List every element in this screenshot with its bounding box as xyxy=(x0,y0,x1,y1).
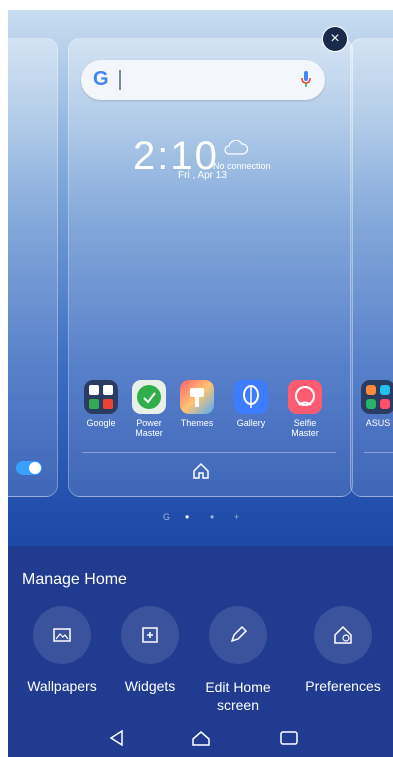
app-label: ASUS xyxy=(365,418,391,428)
cloud-icon xyxy=(224,139,249,155)
mic-icon[interactable] xyxy=(301,70,311,88)
widgets-label: Widgets xyxy=(124,678,176,694)
pager-dot[interactable]: • xyxy=(210,510,214,524)
app-label: Google xyxy=(86,418,116,428)
app-gallery[interactable]: Gallery xyxy=(227,380,275,428)
system-nav-bar xyxy=(8,725,393,757)
power-master-icon xyxy=(132,380,166,414)
widgets-option[interactable]: Widgets xyxy=(106,606,194,694)
wallpapers-label: Wallpapers xyxy=(27,678,97,694)
recents-icon[interactable] xyxy=(278,727,300,749)
themes-icon xyxy=(180,380,214,414)
app-power-master[interactable]: Power Master xyxy=(125,380,173,438)
edit-home-label: Edit Home screen xyxy=(205,679,271,713)
app-asus-folder[interactable]: ASUS xyxy=(358,380,393,428)
widgets-icon xyxy=(121,606,179,664)
wallpapers-icon xyxy=(33,606,91,664)
home-icon[interactable] xyxy=(190,727,212,749)
home-page-right-preview[interactable] xyxy=(350,38,393,497)
pager-add[interactable]: + xyxy=(234,512,239,522)
app-selfie-master[interactable]: Selfie Master xyxy=(281,380,329,438)
app-google-folder[interactable]: Google xyxy=(77,380,125,428)
selfie-master-icon xyxy=(288,380,322,414)
app-label: Gallery xyxy=(236,418,266,428)
google-search-bar[interactable]: G xyxy=(81,60,325,100)
pager-google[interactable]: G xyxy=(163,512,170,522)
preferences-icon xyxy=(314,606,372,664)
wallpapers-option[interactable]: Wallpapers xyxy=(18,606,106,694)
edit-icon xyxy=(209,606,267,664)
right-dock-divider xyxy=(364,452,393,453)
manage-home-title: Manage Home xyxy=(22,571,127,588)
app-label: Power Master xyxy=(135,418,163,438)
app-label: Themes xyxy=(180,418,214,428)
dock-divider xyxy=(82,452,336,453)
toggle-knob xyxy=(29,462,41,474)
edit-home-option[interactable]: Edit Home screen xyxy=(194,606,282,714)
home-page-icon[interactable] xyxy=(191,461,211,481)
page-indicator[interactable]: G • • + xyxy=(158,510,248,524)
home-stage: × G 2:10 No connection Fri , Apr 13 Goog… xyxy=(8,10,393,757)
asus-folder-icon xyxy=(361,380,393,414)
close-icon[interactable]: × xyxy=(322,26,348,52)
preferences-option[interactable]: Preferences xyxy=(292,606,393,694)
search-input[interactable] xyxy=(119,70,121,90)
home-page-left-preview[interactable] xyxy=(8,38,58,497)
gallery-icon xyxy=(234,380,268,414)
clock-date: Fri , Apr 13 xyxy=(178,170,227,181)
app-themes[interactable]: Themes xyxy=(173,380,221,428)
pager-dot-active[interactable]: • xyxy=(185,510,189,524)
app-label: Selfie Master xyxy=(291,418,319,438)
page-toggle-switch[interactable] xyxy=(16,461,42,475)
preferences-label: Preferences xyxy=(305,678,381,694)
google-logo-icon: G xyxy=(93,68,109,90)
google-folder-icon xyxy=(84,380,118,414)
back-icon[interactable] xyxy=(106,727,128,749)
